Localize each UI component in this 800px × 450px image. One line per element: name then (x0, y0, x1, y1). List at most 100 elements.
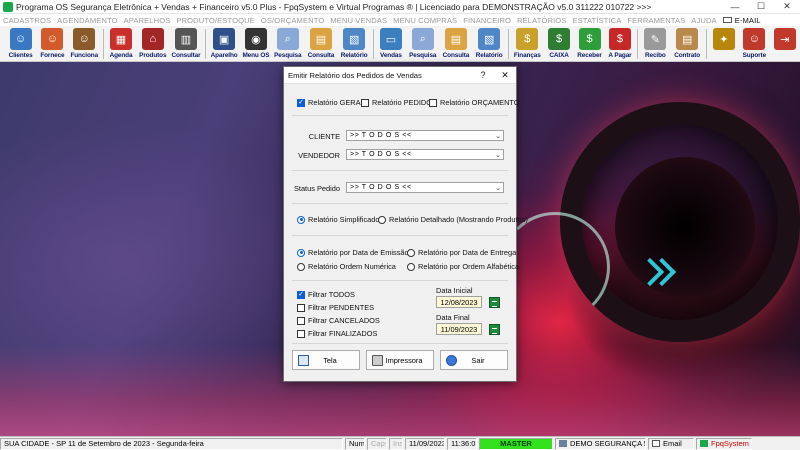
radio-dot (378, 215, 386, 224)
checkbox-filtrar-pendentes[interactable]: Filtrar PENDENTES (297, 303, 374, 312)
toolbar-button-aparelho[interactable]: ▣ Aparelho (208, 26, 241, 62)
status-email[interactable]: Email (648, 437, 694, 450)
toolbar-button-receber[interactable]: $ Receber (574, 26, 604, 62)
dollar-green-icon: $ (578, 28, 601, 50)
toolbar-button-label: Consulta (442, 52, 470, 59)
cliente-select[interactable]: >> T O D O S << ⌄ (346, 130, 504, 141)
checkbox-filtrar-finalizados[interactable]: Filtrar FINALIZADOS (297, 329, 377, 338)
radio-ordem-alfabetica[interactable]: Relatório por Ordem Alfabética (407, 262, 519, 271)
vendedor-select[interactable]: >> T O D O S << ⌄ (346, 149, 504, 160)
toolbar-button-consultar[interactable]: ▥ Consultar (169, 26, 202, 62)
status-brand: FpqSystem (696, 437, 752, 450)
toolbar-button-suporte[interactable]: ☺ Suporte (739, 26, 769, 62)
menu-relatorios[interactable]: RELATÓRIOS (517, 16, 566, 25)
menu-vendas[interactable]: MENU VENDAS (330, 16, 387, 25)
status-master-badge: MASTER (479, 437, 553, 450)
radio-label: Relatório por Ordem Alfabética (418, 262, 520, 271)
status-pedido-select[interactable]: >> T O D O S << ⌄ (346, 182, 504, 193)
app-logo-icon (3, 1, 13, 12)
menu-os-orcamento[interactable]: OS/ORÇAMENTO (261, 16, 325, 25)
title-bar: Programa OS Segurança Eletrônica + Venda… (0, 0, 800, 14)
toolbar-button-recibo[interactable]: ✎ Recibo (640, 26, 670, 62)
menu-compras[interactable]: MENU COMPRAS (393, 16, 457, 25)
radio-ordem-numerica[interactable]: Relatório Ordem Numérica (297, 262, 396, 271)
toolbar-button-label: Recibo (644, 52, 666, 59)
toolbar-button-a-pagar[interactable]: $ A Pagar (605, 26, 635, 62)
toolbar-button-relat-rio[interactable]: ▧ Relatório (338, 26, 371, 62)
impressora-button-label: Impressora (385, 355, 423, 365)
status-num: Num (345, 437, 365, 450)
toolbar-button-finan-as[interactable]: $ Finanças (511, 26, 544, 62)
menu-email[interactable]: E-MAIL (722, 15, 761, 25)
report-icon: ▧ (343, 28, 366, 50)
toolbar-button-consulta[interactable]: ▤ Consulta (304, 26, 337, 62)
toolbar-button-tools[interactable]: ✦ (709, 26, 739, 62)
toolbar-separator (507, 29, 509, 59)
menu-agendamento[interactable]: AGENDAMENTO (57, 16, 117, 25)
toolbar-button-agenda[interactable]: ▦ Agenda (106, 26, 136, 62)
calendar-icon[interactable] (489, 324, 500, 335)
checkbox-relatorio-pedidos[interactable]: Relatório PEDIDOS (361, 98, 437, 107)
data-inicial-field[interactable]: 12/08/2023 (436, 296, 482, 308)
toolbar-button-contrato[interactable]: ▤ Contrato (671, 26, 704, 62)
house-icon: ⌂ (141, 28, 164, 50)
toolbar-button-menu-os[interactable]: ◉ Menu OS (241, 26, 271, 62)
toolbar-button-label: Pesquisa (274, 52, 302, 59)
receipt-icon: ✎ (644, 28, 667, 50)
checkbox-relatorio-geral[interactable]: ✓ Relatório GERAL (297, 98, 365, 107)
radio-label: Relatório Detalhado (Mostrando Produtos) (389, 215, 528, 224)
maximize-button[interactable]: ☐ (748, 0, 774, 14)
toolbar-button-clientes[interactable]: ☺ Clientes (4, 26, 37, 62)
radio-relatorio-simplificado[interactable]: Relatório Simplificado (297, 215, 379, 224)
help-button[interactable]: ? (472, 70, 494, 80)
status-pedido-label: Status Pedido (293, 184, 340, 193)
close-button[interactable]: ✕ (774, 0, 800, 14)
checkbox-filtrar-todos[interactable]: ✓ Filtrar TODOS (297, 290, 355, 299)
toolbar-button-label: Funciona (70, 52, 99, 59)
toolbar-button-produtos[interactable]: ⌂ Produtos (136, 26, 169, 62)
toolbar-button-pesquisa[interactable]: ⌕ Pesquisa (271, 26, 304, 62)
toolbar-button-consulta[interactable]: ▤ Consulta (439, 26, 472, 62)
checkbox-relatorio-orcamento[interactable]: Relatório ORÇAMENTO (429, 98, 520, 107)
menu-financeiro[interactable]: FINANCEIRO (463, 16, 511, 25)
menu-ajuda[interactable]: AJUDA (691, 16, 716, 25)
radio-relatorio-detalhado[interactable]: Relatório Detalhado (Mostrando Produtos) (378, 215, 528, 224)
calendar-icon[interactable] (489, 297, 500, 308)
menu-email-label: E-MAIL (734, 15, 761, 25)
radio-dot (297, 262, 305, 271)
menu-aparelhos[interactable]: APARELHOS (124, 16, 171, 25)
checkbox-label: Filtrar PENDENTES (308, 303, 375, 312)
tela-button[interactable]: Tela (292, 350, 360, 370)
checkbox-box (297, 303, 305, 312)
toolbar-button-caixa[interactable]: $ CAIXA (544, 26, 574, 62)
toolbar-button-fornece[interactable]: ☺ Fornece (37, 26, 67, 62)
checkbox-label: Filtrar FINALIZADOS (308, 329, 378, 338)
toolbar-button-exit[interactable]: ⇥ (770, 26, 800, 62)
radio-data-entrega[interactable]: Relatório por Data de Entrega (407, 248, 516, 257)
toolbar-button-relat-rio[interactable]: ▧ Relatório (473, 26, 506, 62)
screen-icon (298, 354, 309, 366)
vendedor-label: VENDEDOR (298, 151, 340, 160)
menu-estatistica[interactable]: ESTATÍSTICA (572, 16, 621, 25)
dialog-close-button[interactable]: ✕ (494, 70, 516, 81)
checkbox-label: Relatório PEDIDOS (372, 98, 437, 107)
toolbar-button-label: Receber (577, 52, 602, 59)
sair-button[interactable]: Sair (440, 350, 508, 370)
minimize-button[interactable]: — (722, 0, 748, 14)
data-final-field[interactable]: 11/09/2023 (436, 323, 482, 335)
menu-ferramentas[interactable]: FERRAMENTAS (627, 16, 685, 25)
toolbar-button-vendas[interactable]: ▭ Vendas (376, 26, 406, 62)
toolbar-button-funciona[interactable]: ☺ Funciona (68, 26, 101, 62)
separator (292, 235, 508, 236)
employee-icon: ☺ (73, 28, 96, 50)
menu-produto-estoque[interactable]: PRODUTO/ESTOQUE (176, 16, 254, 25)
search-doc-icon: ⌕ (411, 28, 434, 50)
chevron-down-icon: ⌄ (495, 152, 501, 159)
status-company-label: DEMO SEGURANÇA 5.0 (570, 439, 646, 448)
radio-data-emissao[interactable]: Relatório por Data de Emissão (297, 248, 409, 257)
checkbox-filtrar-cancelados[interactable]: Filtrar CANCELADOS (297, 316, 380, 325)
impressora-button[interactable]: Impressora (366, 350, 434, 370)
menu-cadastros[interactable]: CADASTROS (3, 16, 51, 25)
toolbar-button-pesquisa[interactable]: ⌕ Pesquisa (406, 26, 439, 62)
toolbar-button-label: Finanças (513, 52, 541, 59)
